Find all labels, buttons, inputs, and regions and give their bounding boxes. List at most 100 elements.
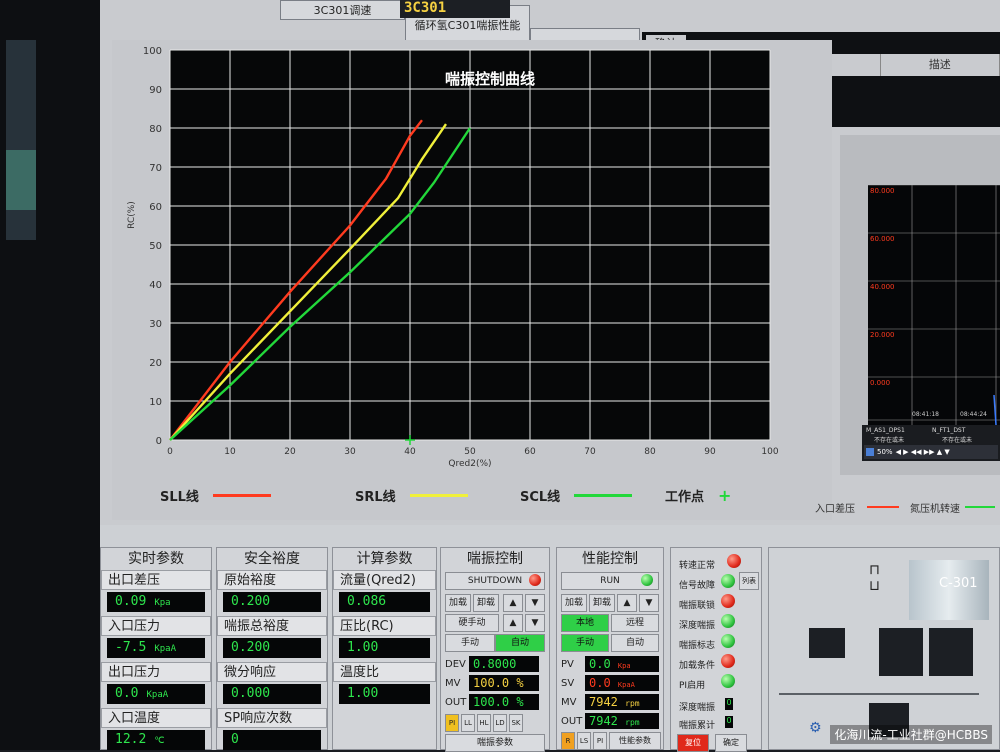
x-axis-label: Qred2(%) [448, 459, 491, 469]
chart-title: 喘振控制曲线 [445, 70, 535, 88]
status-reset-button[interactable]: 复位 [677, 734, 709, 752]
perf-out-field: OUT 7942 rpm [561, 713, 659, 729]
surge-load-button[interactable]: 加载 [445, 594, 471, 612]
safety-panel: 安全裕度 原始裕度 0.200 喘振总裕度 0.200 微分响应 0.000 S… [216, 547, 328, 750]
process-diagram: C-301 ⊓ ⊔ ⚙ [768, 547, 1000, 750]
status-lamp-load-condition [721, 654, 735, 668]
realtime-label-inlet-temp: 入口温度 [101, 708, 211, 728]
tab-speed[interactable]: 3C301调速 [280, 0, 405, 20]
perf-mode-pi[interactable]: PI [593, 732, 607, 750]
safety-label-raw: 原始裕度 [217, 570, 327, 590]
legend-srl-label: SRL线 [355, 490, 396, 505]
pump-icon: ⚙ [809, 720, 822, 736]
surge-up-arrow-icon[interactable]: ▲ [503, 594, 523, 612]
surge-mode-ld[interactable]: LD [493, 714, 507, 732]
status-lamp-pi-enable [721, 674, 735, 688]
y-tick-label: 60 [149, 202, 162, 213]
perf-mv-field: MV 7942 rpm [561, 694, 659, 710]
surge-auto-button[interactable]: 自动 [495, 634, 545, 652]
surge-out-value: 100.0 % [469, 694, 539, 710]
surge-up-small-icon[interactable]: ▲ [503, 614, 523, 632]
trend-legend-2-label: 氮压机转速 [910, 504, 960, 515]
perf-mv-value[interactable]: 7942 rpm [585, 694, 659, 710]
perf-out-value: 7942 rpm [585, 713, 659, 729]
y-tick-label: 90 [149, 85, 162, 96]
status-label-load-condition: 加载条件 [679, 661, 716, 671]
safety-title: 安全裕度 [244, 551, 300, 567]
surge-mode-pi[interactable]: PI [445, 714, 459, 732]
trend-time-1: 08:41:18 [912, 411, 939, 418]
surge-down-small-icon[interactable]: ▼ [525, 614, 545, 632]
perf-sv-value[interactable]: 0.0 KpaA [585, 675, 659, 691]
calc-label-ratio: 压比(RC) [333, 616, 436, 636]
y-tick-label: 50 [149, 241, 162, 252]
perf-up-arrow-icon[interactable]: ▲ [617, 594, 637, 612]
calc-label-flow: 流量(Qred2) [333, 570, 436, 590]
trend-nav-icons[interactable]: ◀ ▶ ◀◀ ▶▶ ▲ ▼ [896, 448, 950, 456]
surge-params-button[interactable]: 喘振参数 [445, 734, 545, 752]
y-tick-label: 0 [156, 436, 162, 447]
safety-label-total: 喘振总裕度 [217, 616, 327, 636]
safety-value-sp-count: 0 [223, 730, 321, 750]
perf-mode-r[interactable]: R [561, 732, 575, 750]
chart-legend: SLL线 SRL线 SCL线 工作点 + [160, 486, 800, 510]
surge-mode-hl[interactable]: HL [477, 714, 491, 732]
status-panel: 转速正常 信号故障 列表 喘振联锁 深度喘振 喘振标志 加载条件 PI启用 深度… [670, 547, 762, 752]
x-tick-label: 10 [224, 447, 236, 457]
surge-out-field: OUT 100.0 % [445, 694, 539, 710]
status-lamp-speed-normal [727, 554, 741, 568]
status-surge-count-label: 喘振累计 [679, 721, 716, 731]
perf-local-button[interactable]: 本地 [561, 614, 609, 632]
surge-mode-sk[interactable]: SK [509, 714, 523, 732]
perf-params-button[interactable]: 性能参数 [609, 732, 661, 750]
perf-remote-button[interactable]: 远程 [611, 614, 659, 632]
trend-legend: 入口差压 氮压机转速 [815, 498, 1000, 518]
legend-srl: SRL线 [355, 486, 468, 505]
trend-tick-0: 0.000 [870, 379, 891, 387]
surge-down-arrow-icon[interactable]: ▼ [525, 594, 545, 612]
alarm-col-desc[interactable]: 描述 [881, 54, 1000, 76]
realtime-value-inlet-pressure: -7.5 KpaA [107, 638, 205, 658]
status-confirm-button[interactable]: 确定 [715, 734, 747, 752]
y-tick-label: 80 [149, 124, 162, 135]
status-surge-count-counter: 0 [725, 716, 733, 728]
surge-mode-ll[interactable]: LL [461, 714, 475, 732]
perf-down-arrow-icon[interactable]: ▼ [639, 594, 659, 612]
trend-legend-1-label: 入口差压 [815, 504, 855, 515]
safety-label-sp-count: SP响应次数 [217, 708, 327, 728]
surge-mv-value[interactable]: 100.0 % [469, 675, 539, 691]
perf-auto-button[interactable]: 自动 [611, 634, 659, 652]
trend-tick-60: 60.000 [870, 235, 895, 243]
legend-work-point: 工作点 + [665, 486, 731, 505]
watermark: 化海川流-工业社群@HCBBS [830, 725, 992, 744]
realtime-label-outlet-dp: 出口差压 [101, 570, 211, 590]
perf-manual-button[interactable]: 手动 [561, 634, 609, 652]
trend-status-2: 不存在或未 [942, 437, 973, 444]
status-deep-surge-counter: 0 [725, 698, 733, 710]
realtime-title: 实时参数 [128, 551, 184, 567]
trend-legend-2-swatch [965, 506, 995, 508]
calc-panel: 计算参数 流量(Qred2) 0.086 压比(RC) 1.00 温度比 1.0… [332, 547, 437, 750]
perf-unload-button[interactable]: 卸载 [589, 594, 615, 612]
surge-dev-value: 0.8000 [469, 656, 539, 672]
trend-controls: 50% ◀ ▶ ◀◀ ▶▶ ▲ ▼ [864, 445, 998, 459]
legend-work-point-marker: + [718, 486, 732, 505]
surge-unload-button[interactable]: 卸载 [473, 594, 499, 612]
status-list-button[interactable]: 列表 [739, 572, 759, 590]
perf-pv-field: PV 0.0 Kpa [561, 656, 659, 672]
perf-mode-ls[interactable]: LS [577, 732, 591, 750]
trend-pause-icon[interactable] [866, 448, 874, 456]
surge-manual-button[interactable]: 手动 [445, 634, 495, 652]
perf-mode-row: R LS PI 性能参数 [561, 732, 661, 750]
status-label-signal-fault: 信号故障 [679, 581, 716, 591]
legend-scl: SCL线 [520, 486, 633, 505]
hard-manual-button[interactable]: 硬手动 [445, 614, 499, 632]
y-tick-label: 100 [143, 46, 162, 57]
x-tick-label: 90 [704, 447, 716, 457]
trend-tag-1: M_AS1_DPS1 [866, 427, 905, 434]
background-screen [6, 40, 36, 240]
trend-tick-40: 40.000 [870, 283, 895, 291]
perf-load-button[interactable]: 加载 [561, 594, 587, 612]
trend-zoom[interactable]: 50% [877, 448, 893, 456]
legend-srl-swatch [409, 494, 468, 497]
